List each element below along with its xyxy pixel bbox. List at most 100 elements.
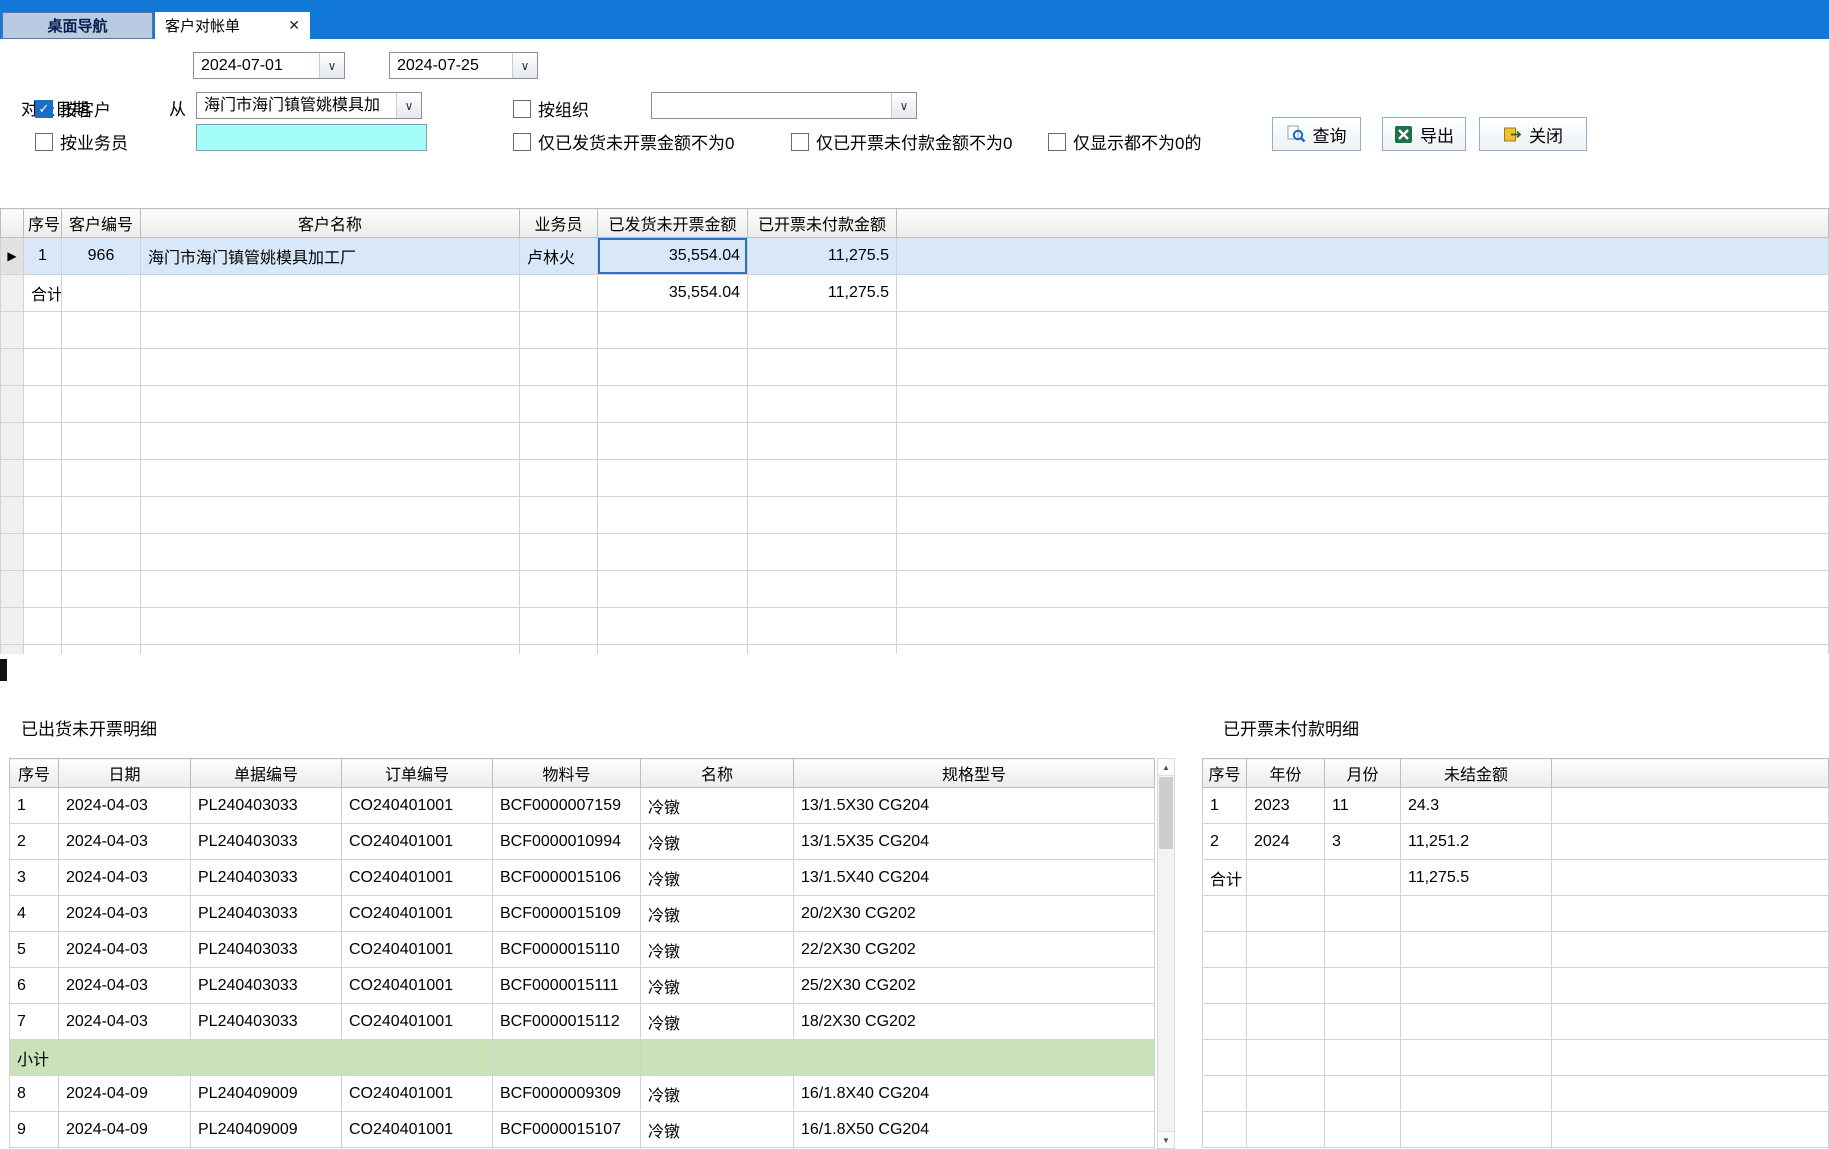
tab-close-icon[interactable]: ✕ <box>288 17 300 34</box>
table-cell: 2024-04-09 <box>59 1076 191 1112</box>
only-both-nonzero-checkbox[interactable]: 仅显示都不为0的 <box>1048 129 1201 154</box>
empty-cell <box>1401 932 1552 968</box>
shipped-detail-title: 已出货未开票明细 <box>21 715 157 740</box>
tab-desktop-nav-label: 桌面导航 <box>47 15 107 36</box>
table-row[interactable]: 82024-04-09PL240409009CO240401001BCF0000… <box>10 1076 1155 1112</box>
close-button-label: 关闭 <box>1529 122 1563 147</box>
col-header-material-no[interactable]: 物料号 <box>493 759 641 788</box>
total-row: 合计 35,554.04 11,275.5 <box>1 275 1829 312</box>
table-cell <box>1552 860 1829 896</box>
salesman-input[interactable] <box>196 124 427 151</box>
export-button[interactable]: 导出 <box>1382 117 1466 151</box>
table-cell: BCF0000015112 <box>493 1004 641 1040</box>
table-row[interactable]: 小计 <box>10 1040 1155 1076</box>
row-selector-cell[interactable]: ▶ <box>1 238 24 275</box>
customer-row-selected[interactable]: ▶ 1 966 海门市海门镇管姚模具加工厂 卢林火 35,554.04 11,2… <box>1 238 1829 275</box>
empty-cell <box>62 275 141 312</box>
date-to-select[interactable]: 2024-07-25 ∨ <box>389 52 538 79</box>
empty-cell <box>748 571 897 608</box>
table-row[interactable]: 62024-04-03PL240403033CO240401001BCF0000… <box>10 968 1155 1004</box>
scroll-down-icon[interactable]: ▼ <box>1158 1131 1174 1148</box>
chevron-down-icon[interactable]: ∨ <box>396 93 421 118</box>
empty-cell <box>1401 896 1552 932</box>
scroll-up-icon[interactable]: ▲ <box>1158 759 1174 776</box>
table-row[interactable]: 22024311,251.2 <box>1203 824 1829 860</box>
empty-row <box>1 349 1829 386</box>
org-select[interactable]: ∨ <box>651 92 917 119</box>
splitter-handle[interactable] <box>0 659 7 681</box>
empty-cell <box>62 534 141 571</box>
table-cell: PL240403033 <box>191 1004 342 1040</box>
col-header-customer-id[interactable]: 客户编号 <box>62 209 141 238</box>
table-cell: 13/1.5X40 CG204 <box>794 860 1155 896</box>
tab-customer-statement[interactable]: 客户对帐单 ✕ <box>155 12 310 39</box>
empty-cell <box>1203 932 1247 968</box>
table-row[interactable]: 52024-04-03PL240403033CO240401001BCF0000… <box>10 932 1155 968</box>
col-header-spec[interactable]: 规格型号 <box>794 759 1155 788</box>
scrollbar-thumb[interactable] <box>1159 777 1173 849</box>
col-header-seq[interactable]: 序号 <box>10 759 59 788</box>
vertical-scrollbar[interactable]: ▲ ▼ <box>1157 758 1175 1149</box>
customer-select[interactable]: 海门市海门镇管姚模具加 ∨ <box>196 92 422 119</box>
col-header-date[interactable]: 日期 <box>59 759 191 788</box>
table-cell: 22/2X30 CG202 <box>794 932 1155 968</box>
col-header-month[interactable]: 月份 <box>1325 759 1401 788</box>
by-customer-checkbox[interactable]: ✓ 按客户 <box>35 96 111 121</box>
empty-cell <box>1552 896 1829 932</box>
query-button[interactable]: 查询 <box>1272 117 1361 151</box>
col-header-invoiced-unpaid[interactable]: 已开票未付款金额 <box>748 209 897 238</box>
col-header-name[interactable]: 名称 <box>641 759 794 788</box>
by-org-checkbox[interactable]: 按组织 <box>513 96 589 121</box>
empty-row <box>1 497 1829 534</box>
col-header-seq[interactable]: 序号 <box>1203 759 1247 788</box>
col-header-seq[interactable]: 序号 <box>24 209 62 238</box>
tab-customer-statement-label: 客户对帐单 <box>165 15 240 36</box>
chevron-down-icon[interactable]: ∨ <box>319 53 344 78</box>
cell-filler <box>897 238 1829 275</box>
only-shipped-nonzero-checkbox[interactable]: 仅已发货未开票金额不为0 <box>513 129 734 154</box>
table-row[interactable]: 22024-04-03PL240403033CO240401001BCF0000… <box>10 824 1155 860</box>
empty-row <box>1203 896 1829 932</box>
shipped-detail-header-row: 序号 日期 单据编号 订单编号 物料号 名称 规格型号 <box>10 759 1155 788</box>
table-row[interactable]: 42024-04-03PL240403033CO240401001BCF0000… <box>10 896 1155 932</box>
col-header-doc-no[interactable]: 单据编号 <box>191 759 342 788</box>
table-row[interactable]: 32024-04-03PL240403033CO240401001BCF0000… <box>10 860 1155 896</box>
only-invoiced-nonzero-checkbox[interactable]: 仅已开票未付款金额不为0 <box>791 129 1012 154</box>
table-row[interactable]: 12024-04-03PL240403033CO240401001BCF0000… <box>10 788 1155 824</box>
org-select-value <box>652 93 891 118</box>
empty-cell <box>141 571 520 608</box>
by-salesman-checkbox[interactable]: 按业务员 <box>35 129 128 154</box>
table-row[interactable]: 120231124.3 <box>1203 788 1829 824</box>
empty-cell <box>897 349 1829 386</box>
empty-cell <box>1401 1040 1552 1076</box>
empty-cell <box>748 534 897 571</box>
col-header-year[interactable]: 年份 <box>1247 759 1325 788</box>
chevron-down-icon[interactable]: ∨ <box>512 53 537 78</box>
col-header-shipped-uninvoiced[interactable]: 已发货未开票金额 <box>598 209 748 238</box>
total-label: 合计 <box>24 275 62 312</box>
table-row[interactable]: 合计 11,275.5 <box>1203 860 1829 896</box>
col-header-order-no[interactable]: 订单编号 <box>342 759 493 788</box>
empty-cell <box>62 423 141 460</box>
table-cell: 11 <box>1325 788 1401 824</box>
search-icon <box>1287 125 1306 144</box>
table-cell: PL240403033 <box>191 860 342 896</box>
empty-cell <box>1 608 24 645</box>
chevron-down-icon[interactable]: ∨ <box>891 93 916 118</box>
table-row[interactable]: 92024-04-09PL240409009CO240401001BCF0000… <box>10 1112 1155 1148</box>
cell-shipped-uninvoiced[interactable]: 35,554.04 <box>598 238 748 275</box>
col-header-outstanding[interactable]: 未结金额 <box>1401 759 1552 788</box>
date-from-select[interactable]: 2024-07-01 ∨ <box>193 52 345 79</box>
empty-row <box>1203 932 1829 968</box>
only-invoiced-nonzero-label: 仅已开票未付款金额不为0 <box>816 129 1012 154</box>
table-row[interactable]: 72024-04-03PL240403033CO240401001BCF0000… <box>10 1004 1155 1040</box>
empty-cell <box>141 497 520 534</box>
table-cell <box>59 1040 191 1076</box>
col-header-customer-name[interactable]: 客户名称 <box>141 209 520 238</box>
checkbox-unchecked-icon <box>1048 133 1066 151</box>
cell-salesman: 卢林火 <box>520 238 598 275</box>
table-cell: 2024-04-03 <box>59 932 191 968</box>
close-button[interactable]: 关闭 <box>1479 117 1587 151</box>
col-header-salesman[interactable]: 业务员 <box>520 209 598 238</box>
tab-desktop-nav[interactable]: 桌面导航 <box>2 12 153 39</box>
